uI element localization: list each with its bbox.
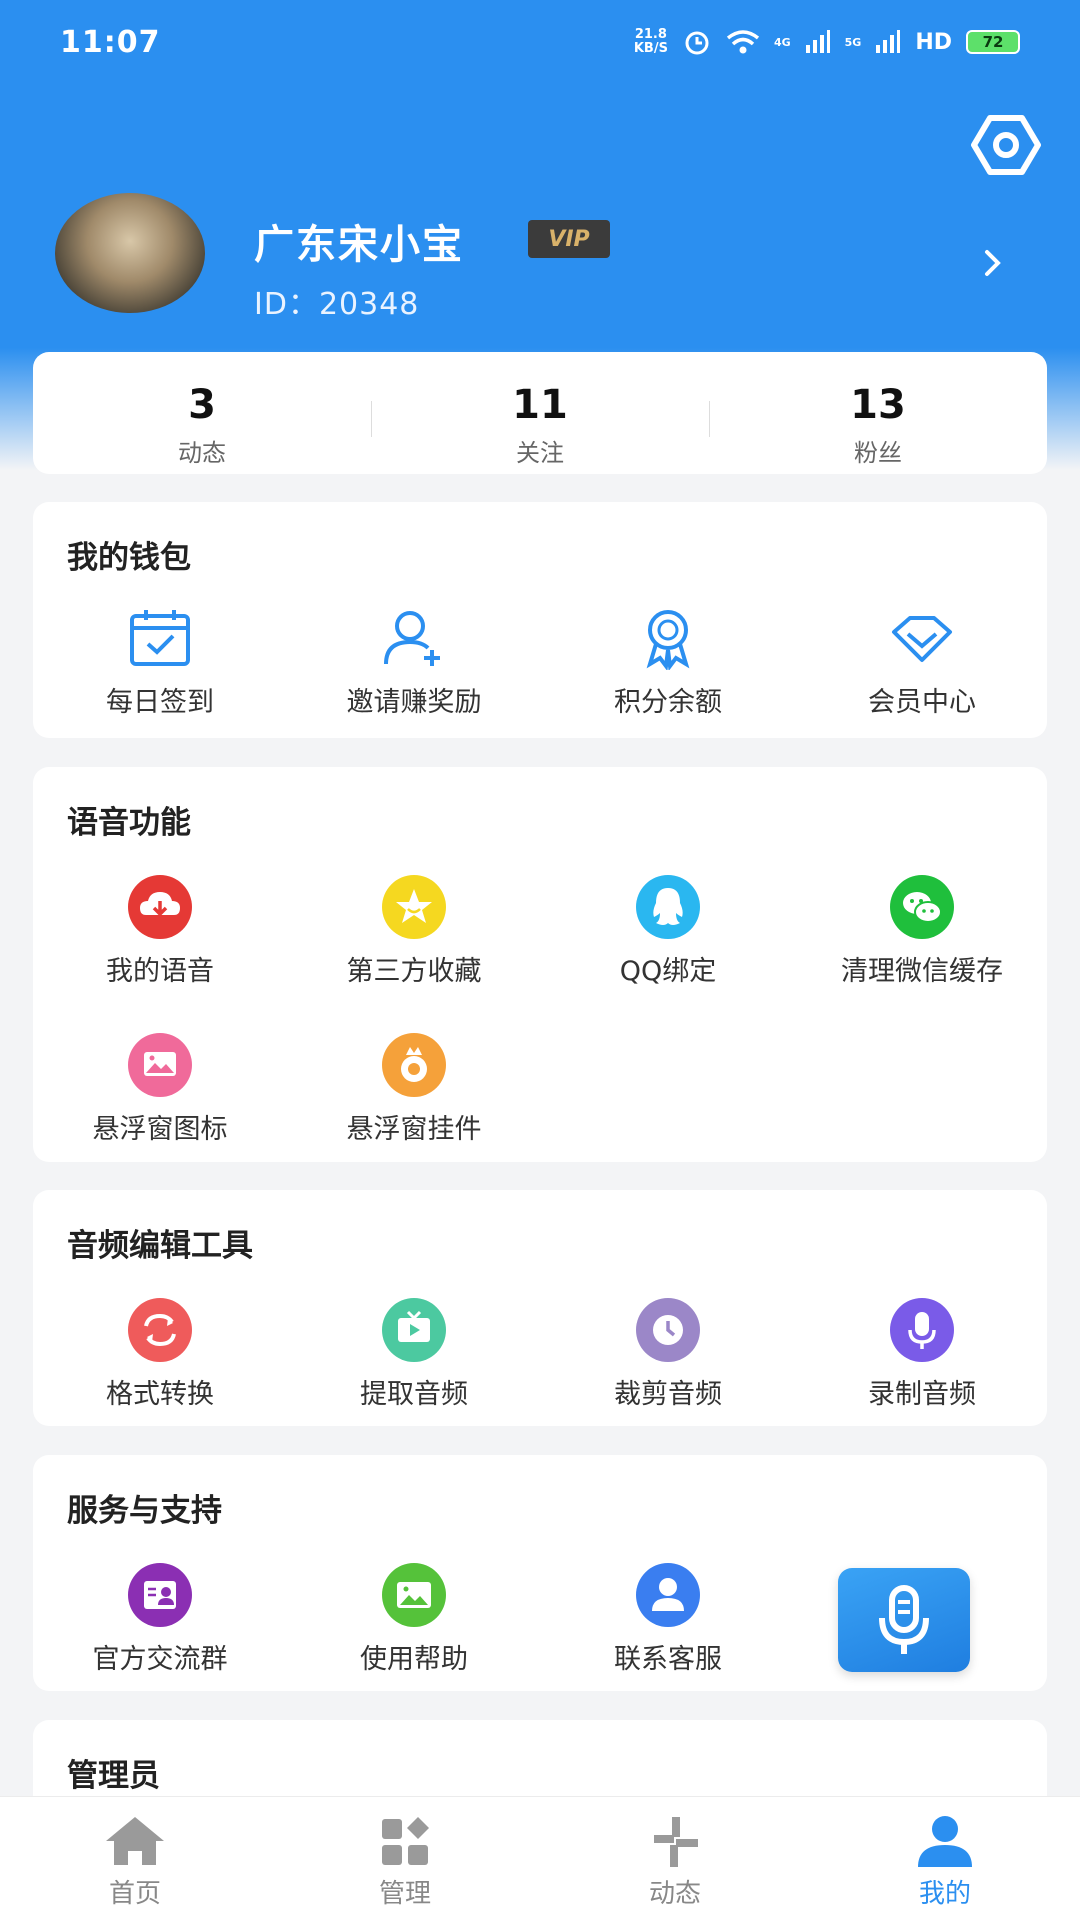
nav-home[interactable]: 首页 <box>0 1797 270 1920</box>
convert-icon <box>128 1298 192 1362</box>
help-image-icon <box>382 1563 446 1627</box>
stat-posts[interactable]: 3 动态 <box>33 359 371 468</box>
usage-help-button[interactable]: 使用帮助 <box>287 1563 541 1676</box>
official-group-button[interactable]: 官方交流群 <box>33 1563 287 1676</box>
points-balance-button[interactable]: 积分余额 <box>541 606 795 719</box>
battery-icon: 72 <box>966 30 1020 54</box>
hd-indicator: HD <box>915 29 952 55</box>
star-icon <box>382 875 446 939</box>
admin-title: 管理员 <box>67 1758 160 1794</box>
trim-audio-button[interactable]: 裁剪音频 <box>541 1298 795 1411</box>
audio-tools-title: 音频编辑工具 <box>67 1228 253 1264</box>
floating-mic-button[interactable] <box>838 1568 970 1672</box>
third-party-favorites-button[interactable]: 第三方收藏 <box>287 875 541 988</box>
signal-4g-icon <box>805 30 830 53</box>
audio-tools-card: 音频编辑工具 格式转换 提取音频 裁剪音频 录制音频 <box>33 1190 1047 1426</box>
award-ribbon-icon <box>646 610 690 670</box>
status-bar: 11:07 21.8 KB/S 4G 5G HD 72 <box>0 0 1080 84</box>
qq-binding-button[interactable]: QQ绑定 <box>541 875 795 988</box>
wechat-icon <box>890 875 954 939</box>
member-center-button[interactable]: 会员中心 <box>795 606 1049 719</box>
chevron-right-icon[interactable] <box>978 248 1008 278</box>
voice-title: 语音功能 <box>67 805 191 841</box>
group-card-icon <box>128 1563 192 1627</box>
record-audio-button[interactable]: 录制音频 <box>795 1298 1049 1411</box>
home-icon <box>106 1817 164 1865</box>
settings-icon[interactable] <box>968 112 1044 178</box>
clear-wechat-cache-button[interactable]: 清理微信缓存 <box>795 875 1049 988</box>
status-time: 11:07 <box>60 24 161 60</box>
net-speed: 21.8 KB/S <box>633 27 668 56</box>
stat-followers[interactable]: 13 粉丝 <box>709 359 1047 468</box>
microphone-icon <box>879 1585 929 1654</box>
daily-checkin-button[interactable]: 每日签到 <box>33 606 287 719</box>
alarm-icon <box>685 31 709 55</box>
wifi-icon <box>726 30 760 54</box>
diamond-icon <box>892 616 952 662</box>
contact-support-button[interactable]: 联系客服 <box>541 1563 795 1676</box>
mic-icon <box>890 1298 954 1362</box>
signal-5g-icon <box>876 30 901 53</box>
nav-manage[interactable]: 管理 <box>270 1797 540 1920</box>
pinwheel-icon <box>654 1817 698 1867</box>
floating-window-pendant-button[interactable]: 悬浮窗挂件 <box>287 1033 541 1146</box>
wallet-title: 我的钱包 <box>67 540 191 576</box>
signal-4g: 4G <box>773 35 791 49</box>
invite-reward-button[interactable]: 邀请赚奖励 <box>287 606 541 719</box>
user-icon <box>918 1816 972 1867</box>
nav-mine[interactable]: 我的 <box>810 1797 1080 1920</box>
avatar[interactable] <box>55 193 205 313</box>
voice-card: 语音功能 我的语音 第三方收藏 QQ绑定 清理微信缓存 悬浮窗图标 悬浮窗挂件 <box>33 767 1047 1162</box>
extract-audio-button[interactable]: 提取音频 <box>287 1298 541 1411</box>
customer-service-icon <box>636 1563 700 1627</box>
pendant-icon <box>382 1033 446 1097</box>
cloud-download-icon <box>128 875 192 939</box>
user-id: ID：20348 <box>254 287 420 322</box>
my-voice-button[interactable]: 我的语音 <box>33 875 287 988</box>
calendar-check-icon <box>130 610 190 666</box>
stat-following[interactable]: 11 关注 <box>371 359 709 468</box>
signal-5g: 5G <box>844 35 862 49</box>
bottom-nav: 首页 管理 动态 我的 <box>0 1796 1080 1920</box>
user-add-icon <box>384 611 440 666</box>
username[interactable]: 广东宋小宝 <box>254 212 464 270</box>
stats-card: 3 动态 11 关注 13 粉丝 <box>33 352 1047 474</box>
nav-feed[interactable]: 动态 <box>540 1797 810 1920</box>
tv-play-icon <box>382 1298 446 1362</box>
vip-badge: VIP <box>528 220 610 258</box>
status-icons: 21.8 KB/S 4G 5G HD 72 <box>634 27 1020 57</box>
apps-icon <box>382 1817 429 1865</box>
clock-icon <box>636 1298 700 1362</box>
service-title: 服务与支持 <box>67 1493 222 1529</box>
image-icon <box>128 1033 192 1097</box>
qq-icon <box>636 875 700 939</box>
wallet-card: 我的钱包 每日签到 邀请赚奖励 积分余额 会员中心 <box>33 502 1047 738</box>
format-convert-button[interactable]: 格式转换 <box>33 1298 287 1411</box>
floating-window-icon-button[interactable]: 悬浮窗图标 <box>33 1033 287 1146</box>
